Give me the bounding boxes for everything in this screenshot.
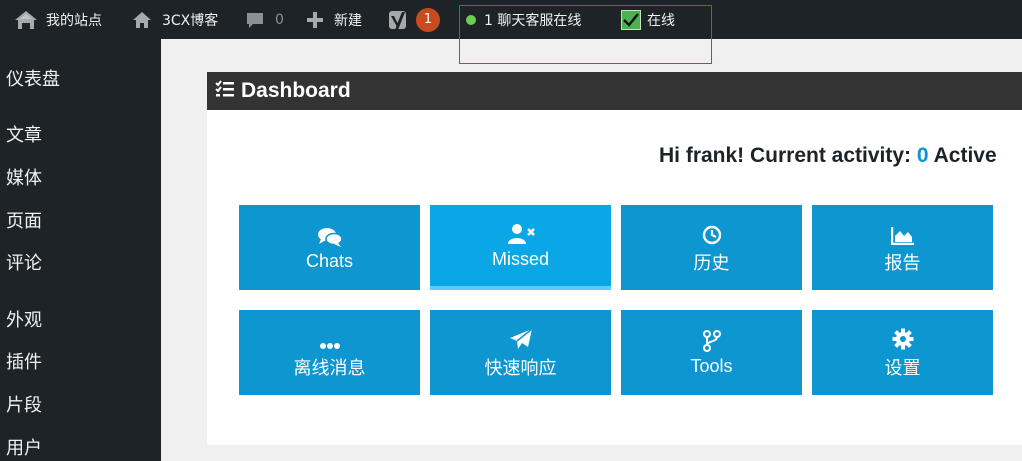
sidebar-item-pages[interactable]: 页面 (6, 207, 42, 233)
gear-icon (892, 326, 914, 350)
site-name-label: 3CX博客 (162, 12, 219, 29)
new-label: 新建 (334, 12, 362, 29)
area-chart-icon (890, 221, 915, 245)
site-name-menu[interactable]: 3CX博客 (132, 0, 218, 39)
chat-bubbles-icon (317, 223, 343, 247)
chats-tile[interactable]: Chats (239, 205, 420, 290)
tile-label: Tools (690, 356, 733, 376)
checkbox-checked-icon[interactable] (621, 9, 641, 30)
online-dot-icon (466, 14, 476, 25)
tile-label: Chats (305, 251, 354, 271)
reports-tile[interactable]: 报告 (812, 205, 993, 290)
settings-tile[interactable]: 设置 (812, 310, 993, 395)
history-tile[interactable]: 历史 (621, 205, 802, 290)
sidebar-item-users[interactable]: 用户 (6, 434, 42, 460)
online-label: 在线 (647, 12, 675, 29)
sidebar-item-plugins[interactable]: 插件 (6, 348, 42, 374)
active-count: 0 (916, 144, 929, 167)
greeting-text: Hi frank! Current activity: (659, 144, 917, 167)
tile-label: Missed (491, 249, 549, 269)
yoast-icon (388, 8, 410, 32)
sidebar-item-posts[interactable]: 文章 (6, 121, 42, 147)
tile-label: 离线消息 (293, 357, 366, 378)
greeting-suffix: Active (928, 144, 997, 167)
tile-label: 历史 (693, 252, 730, 273)
sidebar-item-comments[interactable]: 评论 (6, 249, 42, 275)
ellipsis-icon (319, 326, 341, 350)
comments-menu[interactable]: 0 (245, 0, 284, 39)
comments-count: 0 (275, 11, 284, 28)
admin-sidebar: 仪表盘 文章 媒体 页面 评论 外观 插件 片段 用户 (0, 39, 161, 461)
my-sites-icon (14, 10, 38, 30)
offline-messages-tile[interactable]: 离线消息 (239, 310, 420, 395)
user-times-icon (507, 221, 535, 245)
tools-tile[interactable]: Tools (621, 310, 802, 395)
new-content-menu[interactable]: 新建 (306, 0, 362, 39)
activity-greeting: Hi frank! Current activity: 0 Active (659, 144, 997, 168)
quick-responses-tile[interactable]: 快速响应 (430, 310, 611, 395)
sidebar-item-snippets[interactable]: 片段 (6, 391, 42, 417)
home-icon (132, 10, 152, 30)
tasks-list-icon (215, 80, 235, 102)
my-sites-label: 我的站点 (46, 12, 102, 29)
admin-bar: 我的站点 3CX博客 0 新建 1 1 聊天客服在线 在线 (0, 0, 1022, 39)
chat-status-item[interactable]: 1 聊天客服在线 (466, 0, 581, 39)
chat-status-label: 1 聊天客服在线 (484, 12, 582, 29)
notification-badge: 1 (416, 7, 440, 32)
comment-icon (245, 10, 265, 30)
paper-plane-icon (509, 326, 533, 350)
tile-label: 设置 (884, 357, 921, 378)
tile-label: 报告 (884, 252, 921, 273)
dashboard-title: Dashboard (241, 79, 351, 102)
plus-icon (306, 11, 324, 29)
tile-label: 快速响应 (484, 357, 557, 378)
sidebar-item-dashboard[interactable]: 仪表盘 (6, 65, 60, 91)
clock-icon (702, 221, 722, 245)
sidebar-item-appearance[interactable]: 外观 (6, 306, 42, 332)
code-fork-icon (702, 328, 721, 352)
sidebar-item-media[interactable]: 媒体 (6, 164, 42, 190)
online-toggle[interactable]: 在线 (621, 0, 675, 39)
dashboard-panel: Dashboard Hi frank! Current activity: 0 … (207, 72, 1022, 445)
missed-tile[interactable]: Missed (430, 205, 611, 290)
my-sites-menu[interactable]: 我的站点 (14, 0, 102, 39)
dashboard-header: Dashboard (207, 72, 1022, 110)
seo-menu[interactable]: 1 (388, 0, 440, 39)
